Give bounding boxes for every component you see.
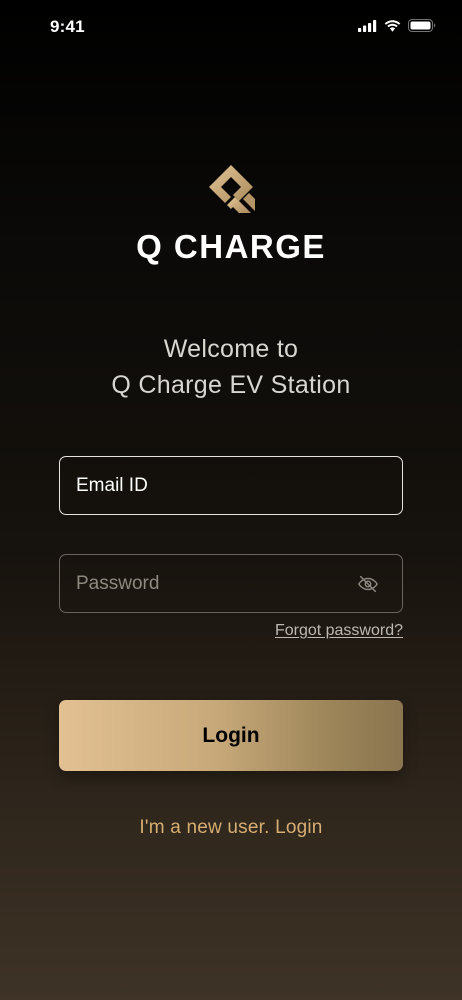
battery-icon [408, 19, 436, 32]
status-icons [358, 19, 436, 32]
q-charge-logo-icon [209, 165, 255, 213]
login-button[interactable]: Login [59, 700, 403, 771]
email-input[interactable] [60, 457, 402, 514]
status-time: 9:41 [50, 17, 85, 36]
new-user-link[interactable]: I'm a new user. Login [0, 817, 462, 839]
cellular-signal-icon [358, 19, 377, 32]
eye-off-icon[interactable] [356, 572, 380, 596]
password-input[interactable] [60, 555, 356, 612]
brand-name: Q CHARGE [136, 228, 326, 265]
brand-logo: Q CHARGE [0, 164, 462, 266]
welcome-line-2: Q Charge EV Station [111, 371, 351, 399]
welcome-heading: Welcome to Q Charge EV Station [0, 331, 462, 403]
wifi-icon [384, 19, 401, 32]
password-field [59, 554, 403, 613]
email-field [59, 456, 403, 515]
status-bar: 9:41 [0, 0, 462, 56]
welcome-line-1: Welcome to [163, 335, 299, 363]
login-screen: 9:41 Q CHARGE Welcome to Q Charge EV Sta… [0, 0, 462, 1000]
forgot-password-link[interactable]: Forgot password? [275, 622, 403, 640]
